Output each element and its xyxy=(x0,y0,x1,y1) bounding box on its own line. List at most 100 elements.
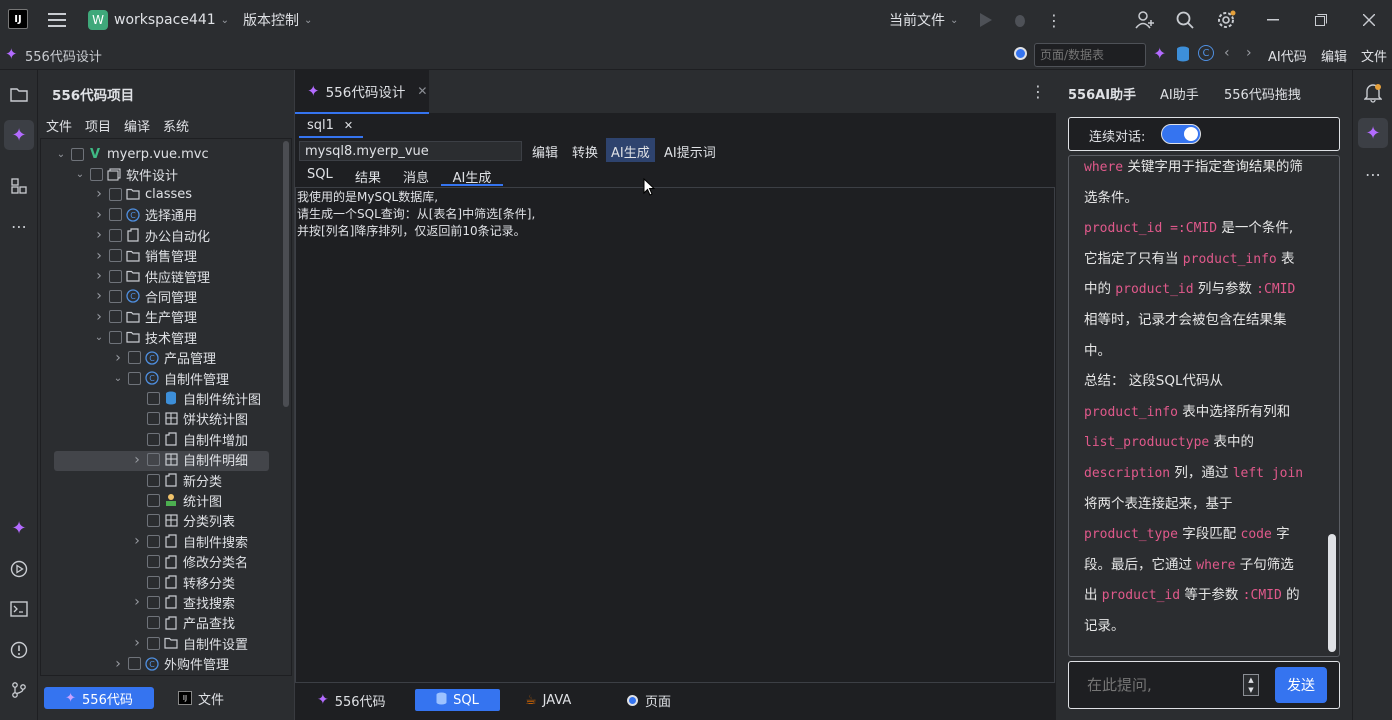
chevron-right-icon[interactable]: › xyxy=(112,350,124,366)
tree-checkbox[interactable] xyxy=(109,289,122,303)
ai-sparkle-icon[interactable]: ✦ xyxy=(1153,44,1166,63)
tree-item[interactable]: ⌄ 软件设计 xyxy=(74,164,178,184)
more-vertical-icon[interactable]: ⋮ xyxy=(1044,10,1064,30)
chevron-right-icon[interactable]: › xyxy=(93,227,105,243)
chevron-down-icon[interactable]: ⌄ xyxy=(112,373,124,384)
tree-checkbox[interactable] xyxy=(147,453,160,467)
tree-item[interactable]: › C 选择通用 xyxy=(93,205,197,225)
tree-item[interactable]: ⌄ 技术管理 xyxy=(93,327,197,347)
database-icon[interactable] xyxy=(1176,46,1190,66)
ai-assistant-icon[interactable]: ✦ xyxy=(4,120,34,150)
project-menu-compile[interactable]: 编译 xyxy=(124,116,150,135)
tree-item[interactable]: › 自制件明细 xyxy=(131,450,248,470)
ai-sparkle-icon[interactable]: ✦ xyxy=(8,517,30,539)
tree-checkbox[interactable] xyxy=(147,616,160,630)
page-table-search-input[interactable] xyxy=(1034,43,1146,67)
close-window-icon[interactable] xyxy=(1358,10,1380,30)
close-tab-icon[interactable]: ✕ xyxy=(417,84,427,98)
editor-tab-design[interactable]: ✦ 556代码设计 ✕ xyxy=(295,70,429,114)
chevron-right-icon[interactable]: › xyxy=(131,533,143,549)
tree-checkbox[interactable] xyxy=(147,575,160,589)
run-icon[interactable] xyxy=(976,10,996,30)
terminal-icon[interactable] xyxy=(8,598,30,620)
tree-checkbox[interactable] xyxy=(71,147,84,161)
tree-item[interactable]: › 自制件设置 xyxy=(131,633,248,653)
run-circle-icon[interactable] xyxy=(8,558,30,580)
chevron-down-icon[interactable]: ⌄ xyxy=(55,149,67,160)
chevron-right-icon[interactable]: › xyxy=(93,268,105,284)
tree-checkbox[interactable] xyxy=(147,412,160,426)
tree-item[interactable]: › C 外购件管理 xyxy=(112,654,229,674)
bottom-tab-556code[interactable]: ✦ 556代码 xyxy=(317,689,386,711)
workspace-switcher[interactable]: W workspace441 ⌄ xyxy=(88,0,229,40)
chevron-right-icon[interactable]: › xyxy=(93,309,105,325)
tree-item[interactable]: › 自制件搜索 xyxy=(131,531,248,551)
chevron-right-icon[interactable]: › xyxy=(93,248,105,264)
project-menu-project[interactable]: 项目 xyxy=(85,116,111,135)
sql1-tab[interactable]: sql1 ✕ xyxy=(299,114,363,138)
tree-checkbox[interactable] xyxy=(109,330,122,344)
tree-checkbox[interactable] xyxy=(109,228,122,242)
tree-checkbox[interactable] xyxy=(147,432,160,446)
tree-checkbox[interactable] xyxy=(128,371,141,385)
continuous-dialog-toggle[interactable] xyxy=(1161,124,1201,144)
problems-icon[interactable] xyxy=(8,639,30,661)
ai-assistant-icon[interactable]: ✦ xyxy=(1358,118,1388,148)
ai-prompt-textarea[interactable]: 我使用的是MySQL数据库, 请生成一个SQL查询：从[表名]中筛选[条件], … xyxy=(295,187,1055,683)
git-branch-icon[interactable] xyxy=(8,679,30,701)
tree-item[interactable]: 分类列表 xyxy=(131,511,235,531)
bottom-tab-page[interactable]: 页面 xyxy=(627,689,671,711)
tree-checkbox[interactable] xyxy=(147,595,160,609)
tab-file[interactable]: IJ 文件 xyxy=(178,687,224,709)
hamburger-menu-icon[interactable] xyxy=(46,10,68,30)
tree-checkbox[interactable] xyxy=(147,473,160,487)
run-config-selector[interactable]: 当前文件 ⌄ xyxy=(889,0,958,40)
app-logo-icon[interactable]: IJ xyxy=(8,9,28,29)
tree-item[interactable]: 饼状统计图 xyxy=(131,409,248,429)
chevron-right-icon[interactable]: › xyxy=(131,452,143,468)
chevron-right-icon[interactable]: › xyxy=(93,186,105,202)
tree-item[interactable]: › 供应链管理 xyxy=(93,266,210,286)
chevron-right-icon[interactable]: › xyxy=(112,656,124,672)
tree-scrollbar[interactable] xyxy=(283,141,289,407)
editor-more-icon[interactable]: ⋮ xyxy=(1030,82,1046,101)
structure-icon[interactable] xyxy=(8,176,30,196)
tree-checkbox[interactable] xyxy=(109,310,122,324)
restore-icon[interactable] xyxy=(1310,10,1332,30)
result-tab-ai-generate[interactable]: AI生成 xyxy=(441,164,503,186)
chevron-down-icon[interactable]: ⌄ xyxy=(74,169,86,180)
tab-556ai-assistant[interactable]: 556AI助手 xyxy=(1068,84,1136,103)
tree-item[interactable]: › 生产管理 xyxy=(93,307,197,327)
notification-bell-icon[interactable] xyxy=(1362,82,1384,104)
tree-checkbox[interactable] xyxy=(109,208,122,222)
vcs-menu[interactable]: 版本控制 ⌄ xyxy=(243,0,312,40)
tree-checkbox[interactable] xyxy=(109,187,122,201)
copyright-c-icon[interactable]: C xyxy=(1198,45,1214,61)
tree-item[interactable]: 统计图 xyxy=(131,490,222,510)
tree-checkbox[interactable] xyxy=(109,269,122,283)
tree-item[interactable]: 转移分类 xyxy=(131,572,235,592)
chevron-right-icon[interactable]: › xyxy=(1246,45,1252,61)
page-refresh-icon[interactable] xyxy=(1014,47,1027,60)
spinner-arrows-icon[interactable]: ▲ ▼ xyxy=(1243,674,1259,696)
chevron-right-icon[interactable]: › xyxy=(93,288,105,304)
project-menu-file[interactable]: 文件 xyxy=(46,116,72,135)
tab-556-drag[interactable]: 556代码拖拽 xyxy=(1224,84,1301,103)
action-ai-prompt[interactable]: AI提示词 xyxy=(664,142,716,161)
tree-item[interactable]: › classes xyxy=(93,184,192,204)
tab-ai-assistant[interactable]: AI助手 xyxy=(1160,84,1199,103)
tree-item[interactable]: › 办公自动化 xyxy=(93,225,210,245)
edit-menu[interactable]: 编辑 xyxy=(1321,46,1347,65)
send-button[interactable]: 发送 xyxy=(1275,667,1327,703)
tree-root-row[interactable]: ⌄ V myerp.vue.mvc xyxy=(55,144,209,164)
chevron-right-icon[interactable]: › xyxy=(131,635,143,651)
result-tab-result[interactable]: 结果 xyxy=(355,167,381,186)
bottom-tab-java[interactable]: ☕ JAVA xyxy=(525,689,571,711)
tree-checkbox[interactable] xyxy=(109,249,122,263)
question-input[interactable] xyxy=(1085,672,1235,698)
tree-checkbox[interactable] xyxy=(147,391,160,405)
ai-code-menu[interactable]: AI代码 xyxy=(1268,46,1307,65)
search-icon[interactable] xyxy=(1174,10,1196,30)
tree-checkbox[interactable] xyxy=(90,167,103,181)
debug-icon[interactable] xyxy=(1010,10,1030,30)
